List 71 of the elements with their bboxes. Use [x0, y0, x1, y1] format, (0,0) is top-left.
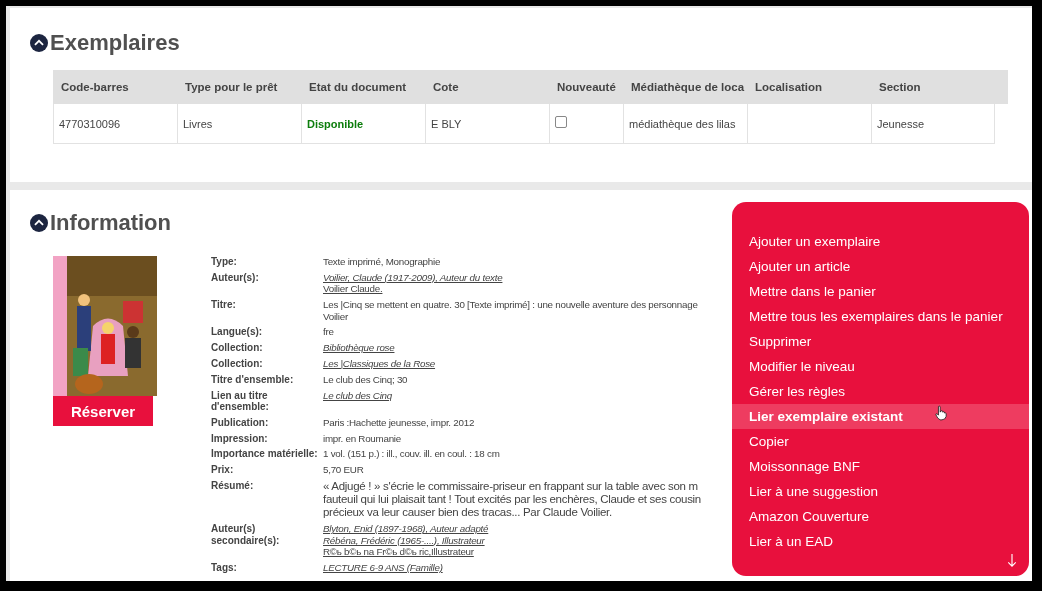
field-value: Le club des Cinq; 30	[323, 373, 408, 386]
column-header[interactable]: Etat du document	[301, 81, 425, 93]
column-header[interactable]: Nouveauté	[549, 81, 623, 93]
menu-item[interactable]: Ajouter un exemplaire	[732, 229, 1029, 254]
field-link[interactable]: Le club des Cinq	[323, 389, 392, 402]
checkbox[interactable]	[555, 116, 567, 128]
summary-text: « Adjugé ! » s'écrie le commissaire-priseur en frappant sur la table avec son m	[323, 480, 699, 494]
field-value: 5,70 EUR	[323, 464, 364, 476]
menu-item[interactable]: Gérer les règles	[732, 379, 1029, 404]
menu-item[interactable]: Copier	[732, 429, 1029, 454]
field-label: Collection:	[211, 342, 264, 354]
field-label: Impression:	[211, 432, 269, 445]
field-link[interactable]: Voilier Claude.	[323, 283, 503, 295]
field-label: Collection:	[211, 358, 264, 370]
field-value: 1 vol. (151 p.) : ill., couv. ill. en coul. : 18 cm	[323, 448, 500, 460]
menu-item[interactable]: Lier exemplaire existant	[732, 404, 1029, 429]
section-title: Information	[50, 210, 171, 236]
field-link[interactable]: Rébéna, Frédéric (1965-....), Illustrateur	[323, 534, 489, 547]
field-label: Tags:	[211, 562, 238, 574]
field-link[interactable]: Blyton, Enid (1897-1968), Auteur adapté	[323, 523, 489, 535]
menu-item[interactable]: Mettre dans le panier	[732, 279, 1029, 304]
collapse-icon[interactable]	[30, 214, 48, 232]
field-value: fre	[323, 326, 334, 338]
field-label: Prix:	[211, 464, 235, 476]
menu-item[interactable]: Moissonnage BNF	[732, 454, 1029, 479]
menu-item[interactable]: Lier à un EAD	[732, 529, 1029, 554]
field-label: Langue(s):	[211, 326, 264, 338]
field-value: Texte imprimé, Monographie	[323, 256, 441, 268]
field-label: Titre d'ensemble:	[211, 373, 295, 386]
column-header[interactable]: Section	[871, 81, 995, 93]
menu-item[interactable]: Amazon Couverture	[732, 504, 1029, 529]
field-label: Type:	[211, 256, 238, 268]
field-label: Lien au titre d'ensemble:	[211, 389, 270, 413]
column-header[interactable]: Cote	[425, 81, 549, 93]
table-cell: Jeunesse	[871, 104, 995, 144]
column-header[interactable]: Type pour le prêt	[177, 81, 301, 93]
field-link[interactable]: Les |Classiques de la Rose	[323, 358, 436, 370]
summary-text: fauteuil qui lui plaisait tant ! Tout excités par les enchères, Claude et ses cousin	[323, 493, 701, 507]
menu-item[interactable]: Mettre tous les exemplaires dans le panier	[732, 304, 1029, 329]
menu-item[interactable]: Lier à une suggestion	[732, 479, 1029, 504]
collapse-icon[interactable]	[30, 34, 48, 52]
table-cell: 4770310096	[53, 104, 177, 144]
column-header[interactable]: Code-barres	[53, 81, 177, 93]
menu-item[interactable]: Modifier le niveau	[732, 354, 1029, 379]
field-label: Publication:	[211, 416, 270, 429]
cursor-hand-icon	[935, 405, 947, 421]
field-label: Auteur(s):	[211, 271, 260, 285]
field-link[interactable]: R©ь b©ь na Fr©ь d©ь ric,Illustrateur	[323, 546, 489, 558]
table-cell: Livres	[177, 104, 301, 144]
field-value: Paris :Hachette jeunesse, impr. 2012	[323, 416, 475, 429]
column-header[interactable]: Localisation	[747, 81, 871, 93]
field-label: Auteur(s) secondaire(s):	[211, 523, 281, 548]
reserve-button[interactable]: Réserver	[53, 396, 153, 426]
summary-text: précieux va leur causer bien des tracas... Par Claude Voilier.	[323, 506, 613, 520]
field-link[interactable]: Voilier, Claude (1917-2009), Auteur du texte	[323, 271, 503, 284]
table-cell: médiathèque des lilas	[623, 104, 747, 144]
section-title: Exemplaires	[50, 30, 180, 56]
field-value: impr. en Roumanie	[323, 432, 401, 445]
field-label: Résumé:	[211, 480, 255, 494]
field-value: Les |Cinq se mettent en quatre. 30 [Texte imprimé] : une nouvelle aventure des personnage	[323, 299, 698, 311]
down-arrow-icon[interactable]	[1007, 553, 1017, 568]
field-value: Voilier	[323, 310, 349, 323]
column-header[interactable]: Médiathèque de loca	[623, 81, 747, 93]
table-cell: E BLY	[425, 104, 549, 144]
field-link[interactable]: Bibliothèque rose	[323, 342, 395, 354]
table-cell: Disponible	[301, 104, 425, 144]
field-link[interactable]: LECTURE 6-9 ANS (Famille)	[323, 562, 443, 574]
menu-item[interactable]: Ajouter un article	[732, 254, 1029, 279]
menu-item[interactable]: Supprimer	[732, 329, 1029, 354]
field-label: Titre:	[211, 299, 237, 313]
field-label: Importance matérielle:	[211, 448, 319, 460]
